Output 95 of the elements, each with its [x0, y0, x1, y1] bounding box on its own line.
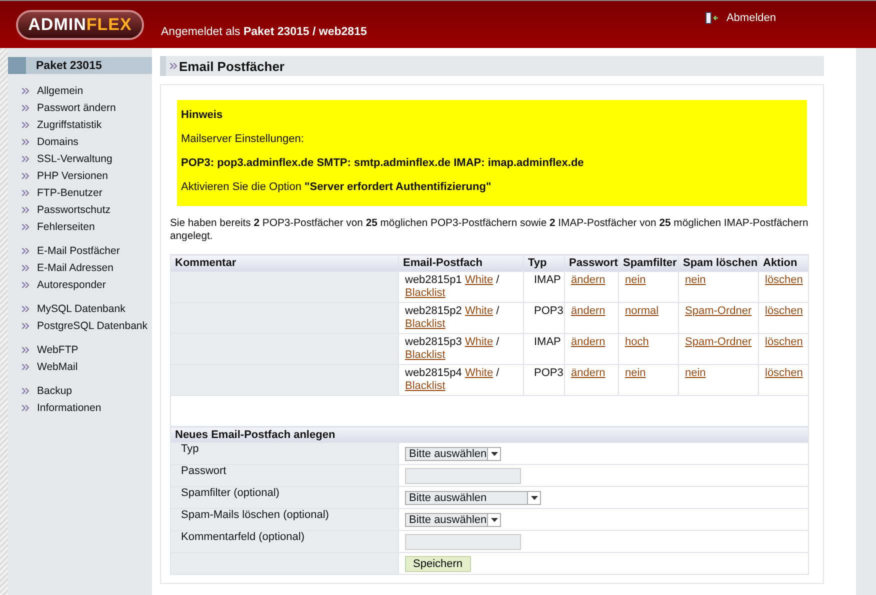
- bullet-icon: [22, 282, 29, 288]
- separator-text: /: [496, 367, 500, 379]
- bullet-icon: [170, 63, 177, 69]
- bullet-icon: [22, 364, 29, 370]
- sidebar-item[interactable]: E-Mail Adressen: [8, 259, 152, 276]
- bullet-icon: [22, 172, 29, 178]
- separator-text: /: [496, 305, 500, 317]
- column-header: Typ: [524, 254, 564, 272]
- form-label: Spam-Mails löschen (optional): [170, 508, 398, 530]
- whitelist-link[interactable]: White: [464, 336, 494, 348]
- blacklist-link[interactable]: Blacklist: [405, 318, 446, 330]
- column-header: Spamfilter: [618, 254, 678, 272]
- summary-text: Sie haben bereits 2 POP3-Postfächer von 25 möglichen POP3-Postfächern sowie 2 IMAP-Postfächer von 25 möglichen IMAP-Postfächern angelegt.: [170, 217, 810, 243]
- login-info: Angemeldet als Paket 23015 / web2815: [161, 26, 367, 38]
- mailbox-name: web2815p4: [405, 367, 462, 379]
- page-title: Email Postfächer: [179, 58, 284, 74]
- type-cell: IMAP: [524, 272, 564, 302]
- blacklist-link[interactable]: Blacklist: [405, 349, 446, 361]
- bullet-icon: [22, 122, 29, 128]
- logout-link[interactable]: Abmelden: [705, 12, 776, 24]
- column-header: Passwort: [564, 254, 618, 272]
- bullet-icon: [22, 264, 29, 270]
- column-header: Spam löschen: [678, 254, 758, 272]
- spam-delete-link[interactable]: nein: [685, 274, 706, 286]
- type-cell: POP3: [524, 302, 564, 334]
- sidebar-item[interactable]: Zugriffstatistik: [8, 116, 152, 133]
- input-field[interactable]: [405, 534, 521, 550]
- sidebar-item[interactable]: WebMail: [8, 358, 152, 375]
- sidebar-item[interactable]: Autoresponder: [8, 276, 152, 293]
- spamfilter-link[interactable]: nein: [625, 367, 646, 379]
- bullet-icon: [22, 404, 29, 410]
- form-label: Passwort: [170, 464, 398, 486]
- sidebar-item[interactable]: Passwort ändern: [8, 99, 152, 116]
- input-field[interactable]: [405, 468, 521, 484]
- select-field[interactable]: Bitte auswählen: [405, 512, 501, 526]
- notice-text: Aktivieren Sie die Option "Server erfordert Authentifizierung": [181, 181, 492, 193]
- bullet-icon: [22, 88, 29, 94]
- bullet-icon: [22, 388, 29, 394]
- bullet-icon: [22, 248, 29, 254]
- column-header: Aktion: [758, 254, 808, 272]
- sidebar-title: Paket 23015: [8, 57, 152, 74]
- bullet-icon: [22, 190, 29, 196]
- sidebar-item[interactable]: Informationen: [8, 399, 152, 416]
- sidebar-item[interactable]: E-Mail Postfächer: [8, 242, 152, 259]
- sidebar-item[interactable]: Fehlerseiten: [8, 218, 152, 235]
- bullet-icon: [22, 206, 29, 212]
- blacklist-link[interactable]: Blacklist: [405, 287, 446, 299]
- dropdown-arrow-icon: [530, 496, 538, 500]
- bullet-icon: [22, 224, 29, 230]
- spam-delete-link[interactable]: nein: [685, 367, 706, 379]
- mailbox-name: web2815p2: [405, 305, 462, 317]
- select-field[interactable]: Bitte auswählen: [405, 490, 541, 504]
- mailbox-name: web2815p3: [405, 336, 462, 348]
- separator-text: /: [496, 336, 500, 348]
- spamfilter-link[interactable]: hoch: [625, 336, 649, 348]
- whitelist-link[interactable]: White: [464, 274, 494, 286]
- sidebar-item[interactable]: Passwortschutz: [8, 201, 152, 218]
- separator-text: /: [496, 274, 500, 286]
- bullet-icon: [22, 346, 29, 352]
- notice-text: Mailserver Einstellungen:: [181, 133, 305, 145]
- mailbox-name: web2815p1: [405, 274, 462, 286]
- dropdown-arrow-icon: [490, 452, 498, 456]
- bullet-icon: [22, 138, 29, 144]
- bullet-icon: [22, 306, 29, 312]
- door-exit-icon: [706, 12, 720, 24]
- logo-text: ADMINFLEX: [28, 14, 132, 34]
- sidebar-item[interactable]: SSL-Verwaltung: [8, 150, 152, 167]
- sidebar-item[interactable]: Backup: [8, 382, 152, 399]
- sidebar-item[interactable]: FTP-Benutzer: [8, 184, 152, 201]
- sidebar-item[interactable]: PostgreSQL Datenbank: [8, 317, 152, 334]
- whitelist-link[interactable]: White: [464, 305, 494, 317]
- sidebar-item[interactable]: PHP Versionen: [8, 167, 152, 184]
- type-cell: POP3: [524, 364, 564, 396]
- spamfilter-link[interactable]: nein: [625, 274, 646, 286]
- select-field[interactable]: Bitte auswählen: [405, 446, 501, 460]
- type-cell: IMAP: [524, 334, 564, 364]
- sidebar-item[interactable]: Domains: [8, 133, 152, 150]
- bullet-icon: [22, 322, 29, 328]
- column-header: Kommentar: [170, 254, 398, 272]
- sidebar-item[interactable]: Allgemein: [8, 82, 152, 99]
- notice-title: Hinweis: [181, 109, 224, 121]
- blacklist-link[interactable]: Blacklist: [405, 380, 446, 392]
- form-label: Spamfilter (optional): [170, 486, 398, 508]
- notice-text: POP3: pop3.adminflex.de SMTP: smtp.adminflex.de IMAP: imap.adminflex.de: [181, 157, 585, 169]
- form-label: Kommentarfeld (optional): [170, 530, 398, 552]
- column-header: Email-Postfach: [398, 254, 524, 272]
- bullet-icon: [22, 104, 29, 110]
- sidebar-item[interactable]: MySQL Datenbank: [8, 300, 152, 317]
- save-button[interactable]: Speichern: [405, 556, 471, 572]
- form-header: Neues Email-Postfach anlegen: [170, 426, 808, 442]
- dropdown-arrow-icon: [490, 518, 498, 522]
- bullet-icon: [22, 156, 29, 162]
- whitelist-link[interactable]: White: [464, 367, 494, 379]
- form-label: Typ: [170, 442, 398, 464]
- sidebar-item[interactable]: WebFTP: [8, 341, 152, 358]
